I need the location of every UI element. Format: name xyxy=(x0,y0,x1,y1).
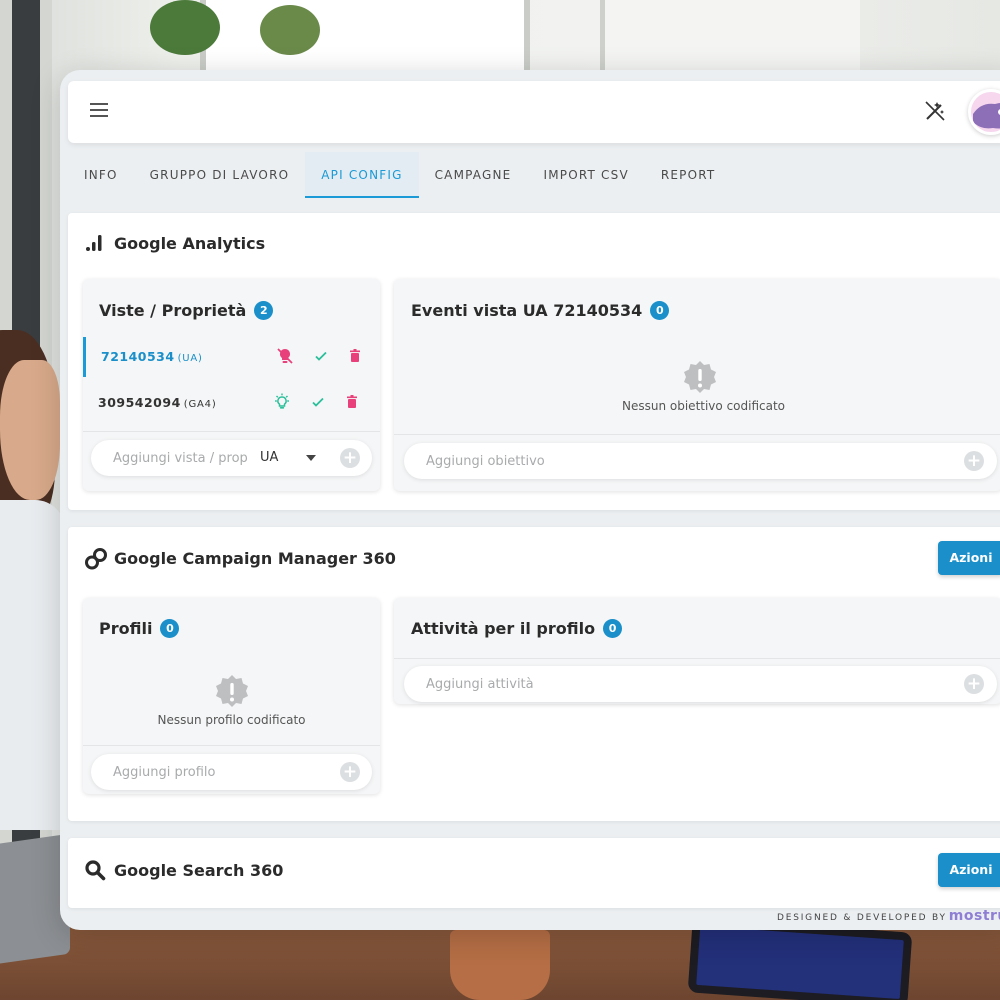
tab-info[interactable]: INFO xyxy=(68,152,134,198)
add-activity-input[interactable] xyxy=(426,666,926,702)
search360-section: Google Search 360 Azioni xyxy=(68,838,1000,908)
card-title: Eventi vista UA 72140534 0 xyxy=(411,301,670,320)
search-icon xyxy=(85,860,106,881)
views-card: Viste / Proprietà 2 72140534 (UA) 309542… xyxy=(83,279,380,491)
view-id: 309542094 (GA4) xyxy=(98,395,217,410)
add-view-input[interactable] xyxy=(113,440,253,476)
footer-credit: DESIGNED & DEVELOPED BYmostru xyxy=(777,908,1000,924)
tab-gruppo-di-lavoro[interactable]: GRUPPO DI LAVORO xyxy=(134,152,306,198)
section-title: Google Search 360 xyxy=(114,861,284,880)
hamburger-menu-icon[interactable] xyxy=(90,103,108,119)
background-person xyxy=(0,500,65,830)
footer-text: DESIGNED & DEVELOPED BY xyxy=(777,913,947,923)
view-row[interactable]: 72140534 (UA) xyxy=(83,337,373,377)
add-view-field: UA + xyxy=(91,440,372,476)
card-title: Profili 0 xyxy=(99,619,180,638)
campaign-manager-section: Google Campaign Manager 360 Azioni Profi… xyxy=(68,527,1000,821)
count-badge: 0 xyxy=(603,619,623,638)
empty-state-text: Nessun profilo codificato xyxy=(157,713,306,727)
add-profile-field: + xyxy=(91,754,372,790)
background-plant xyxy=(260,5,320,55)
link-icon xyxy=(85,548,107,570)
avatar-illustration-icon xyxy=(973,103,1000,129)
count-badge: 2 xyxy=(254,301,274,320)
divider xyxy=(83,745,380,746)
tab-api-config[interactable]: API CONFIG xyxy=(305,152,419,198)
add-goal-input[interactable] xyxy=(426,443,926,479)
alert-badge-icon xyxy=(684,361,716,393)
add-profile-input[interactable] xyxy=(113,754,323,790)
add-goal-field: + xyxy=(404,443,997,479)
divider xyxy=(394,658,1000,659)
view-row[interactable]: 309542094 (GA4) xyxy=(83,383,373,423)
actions-button[interactable]: Azioni xyxy=(938,541,1000,575)
analytics-bars-icon xyxy=(86,235,102,251)
profiles-card: Profili 0 Nessun profilo codificato + xyxy=(83,598,380,794)
views-title: Viste / Proprietà xyxy=(99,301,247,320)
background-window xyxy=(200,0,530,70)
tab-bar: INFO GRUPPO DI LAVORO API CONFIG CAMPAGN… xyxy=(68,152,731,198)
check-icon[interactable] xyxy=(309,393,327,411)
tab-import-csv[interactable]: IMPORT CSV xyxy=(527,152,644,198)
app-window: INFO GRUPPO DI LAVORO API CONFIG CAMPAGN… xyxy=(60,70,1000,930)
alert-badge-icon xyxy=(216,675,248,707)
count-badge: 0 xyxy=(650,301,670,320)
tab-report[interactable]: REPORT xyxy=(645,152,732,198)
activities-title: Attività per il profilo xyxy=(411,619,596,638)
add-goal-button[interactable]: + xyxy=(964,451,984,471)
trash-icon[interactable] xyxy=(346,347,364,365)
add-view-button[interactable]: + xyxy=(340,448,360,468)
events-card: Eventi vista UA 72140534 0 Nessun obietti… xyxy=(394,279,1000,491)
divider xyxy=(394,434,1000,435)
card-title: Attività per il profilo 0 xyxy=(411,619,623,638)
top-bar xyxy=(68,81,1000,143)
add-activity-field: + xyxy=(404,666,997,702)
background-pot xyxy=(450,930,550,1000)
tab-campagne[interactable]: CAMPAGNE xyxy=(419,152,528,198)
background-person xyxy=(0,360,60,500)
background-window xyxy=(600,0,860,70)
avatar[interactable] xyxy=(968,89,1000,135)
profiles-title: Profili xyxy=(99,619,153,638)
trash-icon[interactable] xyxy=(343,393,361,411)
lightbulb-off-icon[interactable] xyxy=(276,347,294,365)
section-title: Google Campaign Manager 360 xyxy=(114,549,396,568)
count-badge: 0 xyxy=(160,619,180,638)
check-icon[interactable] xyxy=(312,347,330,365)
events-title: Eventi vista UA 72140534 xyxy=(411,301,643,320)
card-title: Viste / Proprietà 2 xyxy=(99,301,274,320)
view-type-select[interactable]: UA xyxy=(260,450,278,465)
magic-wand-icon[interactable] xyxy=(923,99,947,123)
divider xyxy=(83,431,380,432)
add-profile-button[interactable]: + xyxy=(340,762,360,782)
add-activity-button[interactable]: + xyxy=(964,674,984,694)
activities-card: Attività per il profilo 0 + xyxy=(394,598,1000,704)
google-analytics-section: Google Analytics Viste / Proprietà 2 7214… xyxy=(68,213,1000,510)
empty-state-text: Nessun obiettivo codificato xyxy=(622,399,786,413)
view-id: 72140534 (UA) xyxy=(101,349,203,364)
actions-button[interactable]: Azioni xyxy=(938,853,1000,887)
chevron-down-icon[interactable] xyxy=(306,455,316,461)
section-title: Google Analytics xyxy=(114,234,266,253)
lightbulb-on-icon[interactable] xyxy=(273,393,291,411)
background-plant xyxy=(150,0,220,55)
brand-logo[interactable]: mostru xyxy=(949,908,1000,924)
